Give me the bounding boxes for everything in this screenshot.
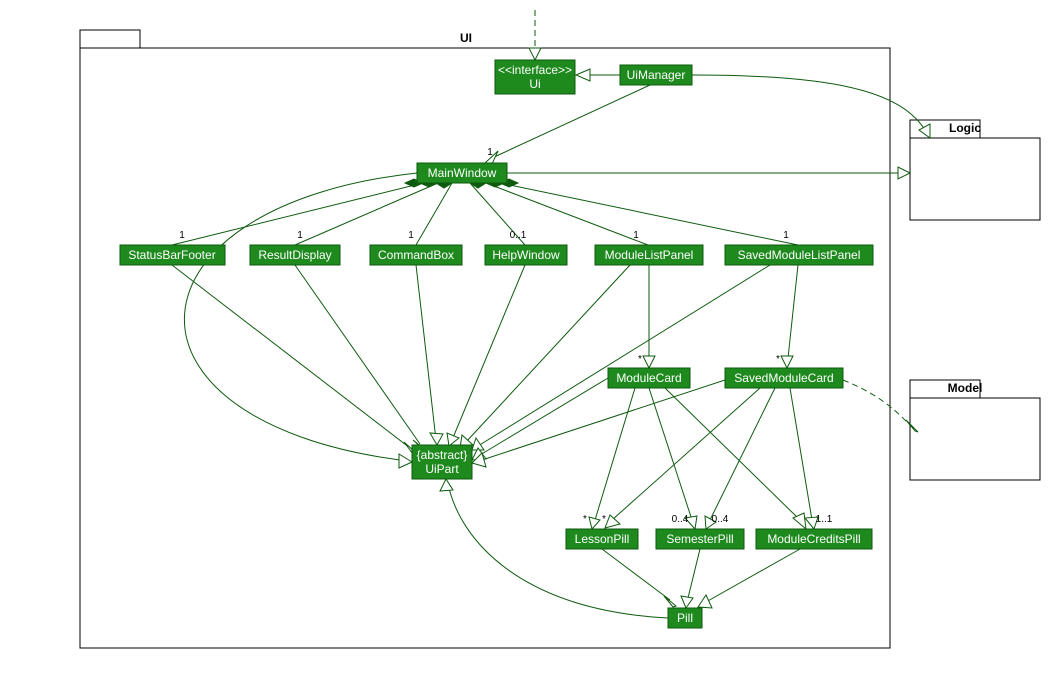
node-modulecard-label: ModuleCard bbox=[616, 371, 681, 385]
node-commandbox: CommandBox bbox=[370, 245, 462, 265]
edge-semesterpill-gen-pill bbox=[681, 549, 700, 608]
node-ui-interface: <<interface>> Ui bbox=[495, 60, 575, 94]
mult-mainwindow: 1 bbox=[487, 147, 493, 158]
edge-mw-savedmodulelistpanel: 1 bbox=[500, 179, 798, 245]
node-mainwindow-label: MainWindow bbox=[428, 166, 497, 180]
node-savedmodulelistpanel-label: SavedModuleListPanel bbox=[738, 248, 861, 262]
edge-helpwindow-gen-uipart bbox=[447, 265, 525, 446]
edge-mainwindow-to-logic bbox=[507, 167, 910, 179]
node-statusbarfooter-label: StatusBarFooter bbox=[128, 248, 215, 262]
edge-modulecard-to-creditspill bbox=[665, 388, 806, 529]
node-helpwindow-label: HelpWindow bbox=[492, 248, 560, 262]
mult-modulecard: * bbox=[638, 354, 642, 365]
node-statusbarfooter: StatusBarFooter bbox=[120, 245, 225, 265]
edge-modulelistpanel-to-modulecard: * bbox=[638, 265, 655, 368]
node-lessonpill-label: LessonPill bbox=[575, 532, 630, 546]
edge-savedcard-to-creditspill: 1..1 bbox=[790, 388, 833, 529]
node-modulecard: ModuleCard bbox=[608, 368, 690, 388]
node-commandbox-label: CommandBox bbox=[378, 248, 454, 262]
edge-modulelistpanel-gen-uipart bbox=[460, 265, 630, 448]
package-logic-label: Logic bbox=[949, 121, 981, 135]
node-modulelistpanel: ModuleListPanel bbox=[595, 245, 703, 265]
edge-modulecard-to-lessonpill: * bbox=[583, 388, 635, 529]
edge-uimanager-realize-ui bbox=[576, 69, 620, 81]
node-uipart-stereotype: {abstract} bbox=[417, 448, 468, 462]
node-pill: Pill bbox=[668, 608, 702, 628]
package-model-label: Model bbox=[948, 381, 983, 395]
edge-uimanager-to-logic bbox=[692, 75, 930, 138]
node-modulelistpanel-label: ModuleListPanel bbox=[605, 248, 694, 262]
node-uipart-name: UiPart bbox=[425, 462, 459, 476]
node-semesterpill-label: SemesterPill bbox=[666, 532, 733, 546]
node-uimanager-label: UiManager bbox=[627, 68, 686, 82]
edge-savedlist-gen-uipart bbox=[472, 265, 770, 450]
node-modulecreditspill-label: ModuleCreditsPill bbox=[767, 532, 860, 546]
node-ui-interface-stereotype: <<interface>> bbox=[498, 63, 572, 77]
package-ui-label: UI bbox=[460, 31, 472, 45]
mult-resultdisplay: 1 bbox=[297, 230, 303, 241]
edge-mw-resultdisplay: 1 bbox=[295, 179, 438, 245]
mult-sempill-r: 0..4 bbox=[712, 514, 729, 525]
edge-uimanager-to-mainwindow: 1 bbox=[485, 85, 650, 164]
node-helpwindow: HelpWindow bbox=[485, 245, 567, 265]
edge-statusbar-gen-uipart bbox=[172, 265, 416, 454]
package-ui: UI bbox=[80, 30, 890, 648]
edge-savedcard-dep-model bbox=[843, 380, 918, 432]
mult-modulelistpanel: 1 bbox=[633, 230, 639, 241]
mult-savedcard: * bbox=[776, 354, 780, 365]
mult-statusbar: 1 bbox=[179, 230, 185, 241]
edge-creditspill-gen-pill bbox=[698, 549, 800, 608]
edge-modulecard-gen-uipart bbox=[472, 378, 608, 460]
edge-mw-gen-uipart bbox=[184, 173, 417, 468]
package-model: Model bbox=[910, 380, 1040, 480]
mult-lessonpill-l: * bbox=[583, 514, 587, 525]
node-resultdisplay-label: ResultDisplay bbox=[258, 248, 331, 262]
mult-credpill: 1..1 bbox=[816, 514, 833, 525]
node-uipart: {abstract} UiPart bbox=[412, 445, 472, 479]
mult-commandbox: 1 bbox=[408, 230, 414, 241]
node-savedmodulelistpanel: SavedModuleListPanel bbox=[725, 245, 873, 265]
node-semesterpill: SemesterPill bbox=[656, 529, 744, 549]
edge-resultdisplay-gen-uipart bbox=[295, 265, 425, 451]
node-ui-interface-name: Ui bbox=[529, 77, 540, 91]
node-savedmodulecard-label: SavedModuleCard bbox=[734, 371, 833, 385]
edge-savedlist-to-savedcard: * bbox=[776, 265, 798, 368]
edge-savedcard-to-semesterpill: 0..4 bbox=[705, 388, 775, 529]
edge-savedcard-gen-uipart bbox=[472, 380, 725, 467]
node-lessonpill: LessonPill bbox=[566, 529, 638, 549]
edge-external-to-ui bbox=[529, 10, 541, 60]
edge-modulecard-to-semesterpill: 0..4 bbox=[649, 388, 697, 529]
mult-lessonpill-r: * bbox=[602, 514, 606, 525]
edge-lessonpill-gen-pill bbox=[602, 549, 676, 607]
node-uimanager: UiManager bbox=[620, 65, 692, 85]
edge-commandbox-gen-uipart bbox=[416, 265, 443, 445]
mult-savedlist: 1 bbox=[783, 230, 789, 241]
edge-mw-commandbox: 1 bbox=[408, 178, 452, 245]
node-mainwindow: MainWindow bbox=[417, 163, 507, 183]
node-pill-label: Pill bbox=[677, 611, 693, 625]
node-savedmodulecard: SavedModuleCard bbox=[725, 368, 843, 388]
mult-sempill-l: 0..4 bbox=[672, 514, 689, 525]
node-modulecreditspill: ModuleCreditsPill bbox=[756, 529, 872, 549]
node-resultdisplay: ResultDisplay bbox=[250, 245, 340, 265]
mult-helpwindow: 0..1 bbox=[510, 230, 527, 241]
